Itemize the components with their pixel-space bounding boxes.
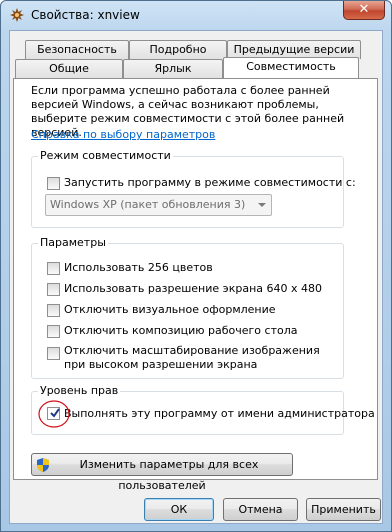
red-annotation-circle (38, 400, 70, 428)
privilege-level-title: Уровень прав (38, 384, 121, 397)
tab-details[interactable]: Подробно (129, 40, 227, 59)
tab-security[interactable]: Безопасность (25, 40, 129, 59)
close-button[interactable]: ✕ (343, 1, 385, 20)
compatibility-mode-label: Запустить программу в режиме совместимос… (64, 176, 356, 189)
uac-shield-icon (37, 458, 49, 472)
run-as-admin-label: Выполнять эту программу от имени админис… (64, 407, 375, 420)
tab-shortcut[interactable]: Ярлык (123, 59, 223, 78)
properties-window: Свойства: xnview ✕ Безопасность Подробно… (0, 0, 392, 532)
disable-dpi-scaling-label: Отключить масштабирование изображения пр… (64, 344, 320, 371)
os-version-value: Windows XP (пакет обновления 3) (50, 198, 246, 211)
title-bar[interactable]: Свойства: xnview ✕ (1, 1, 391, 29)
disable-visual-themes-checkbox[interactable] (47, 304, 60, 317)
os-version-select[interactable]: Windows XP (пакет обновления 3) (45, 194, 272, 216)
ok-button[interactable]: ОК (144, 498, 214, 521)
tab-general[interactable]: Общие (15, 59, 123, 78)
change-settings-all-users-button[interactable]: Изменить параметры для всех пользователе… (31, 453, 293, 492)
compatibility-mode-group: Режим совместимости (31, 149, 344, 228)
settings-title: Параметры (38, 236, 108, 249)
use-256-colors-checkbox[interactable] (47, 262, 60, 275)
disable-desktop-composition-checkbox[interactable] (47, 325, 60, 338)
window-title: Свойства: xnview (31, 8, 140, 22)
disable-dpi-scaling-checkbox[interactable] (47, 347, 60, 360)
use-640x480-checkbox[interactable] (47, 283, 60, 296)
cancel-button[interactable]: Отмена (223, 498, 298, 521)
apply-button[interactable]: Применить (306, 498, 381, 521)
help-link[interactable]: Справка по выбору параметров (31, 128, 215, 141)
close-icon: ✕ (358, 2, 370, 17)
disable-desktop-composition-label: Отключить композицию рабочего стола (64, 324, 298, 337)
disable-visual-themes-label: Отключить визуальное оформление (64, 303, 276, 316)
compatibility-panel: Если программа успешно работала с более … (13, 78, 378, 492)
use-256-colors-label: Использовать 256 цветов (64, 261, 213, 274)
xnview-app-icon (10, 8, 24, 22)
tab-compatibility[interactable]: Совместимость (223, 57, 359, 78)
compatibility-mode-title: Режим совместимости (38, 149, 173, 162)
use-640x480-label: Использовать разрешение экрана 640 x 480 (64, 282, 322, 295)
compatibility-mode-checkbox[interactable] (47, 177, 60, 190)
chevron-down-icon (258, 203, 266, 207)
